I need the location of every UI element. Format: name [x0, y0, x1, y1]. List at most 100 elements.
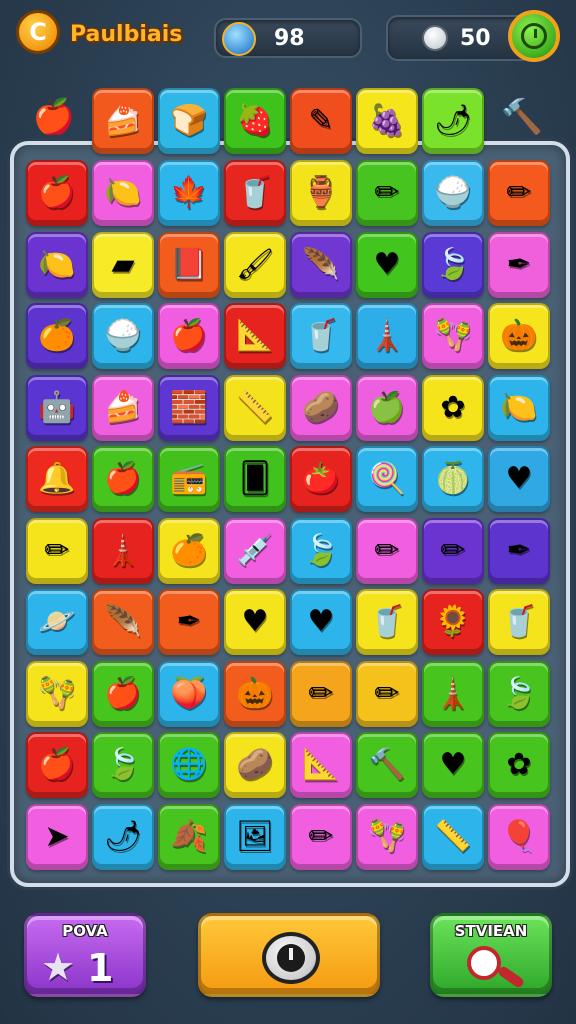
tile-tower-icon[interactable]: 🗼 — [356, 303, 418, 369]
tile-apple-icon[interactable]: 🍎 — [92, 446, 154, 512]
tile-heart-icon[interactable]: ♥ — [356, 232, 418, 298]
tile-eraser-icon[interactable]: ▰ — [92, 232, 154, 298]
tile-melon-icon[interactable]: 🍈 — [422, 446, 484, 512]
tile-pen-icon[interactable]: ✒ — [488, 518, 550, 584]
card-icon: 🂠 — [239, 461, 271, 496]
star-booster-button[interactable]: POVA ★ 1 — [24, 913, 146, 997]
tile-heart-icon[interactable]: ♥ — [290, 589, 352, 655]
tile-pencil-icon[interactable]: ✏ — [488, 160, 550, 226]
tile-pen-icon[interactable]: ✒ — [158, 589, 220, 655]
tile-chili-icon[interactable]: 🌶 — [422, 88, 484, 154]
tomato-icon: 🍅 — [302, 461, 340, 496]
tile-robot-icon[interactable]: 🤖 — [26, 375, 88, 441]
tile-feather-icon[interactable]: 🪶 — [290, 232, 352, 298]
tile-planet-icon[interactable]: 🪐 — [26, 589, 88, 655]
tile-brush-icon[interactable]: 🖌 — [224, 232, 286, 298]
tile-pencil-icon[interactable]: ✏ — [290, 804, 352, 870]
tile-bowl-icon[interactable]: 🍚 — [422, 160, 484, 226]
tile-tower-icon[interactable]: 🗼 — [422, 661, 484, 727]
tile-hammer-icon[interactable]: 🔨 — [356, 732, 418, 798]
tile-pumpkin-icon[interactable]: 🎃 — [224, 661, 286, 727]
search-hint-button[interactable]: STVIEAN — [430, 913, 552, 997]
tile-ruler-icon[interactable]: 📐 — [224, 303, 286, 369]
tile-jar-icon[interactable]: 🏺 — [290, 160, 352, 226]
tile-leaf-icon[interactable]: 🍃 — [488, 661, 550, 727]
tile-pencil-icon[interactable]: ✏ — [356, 160, 418, 226]
tile-leaf-icon[interactable]: 🍃 — [422, 232, 484, 298]
book-icon: 📕 — [170, 247, 208, 282]
tile-pencil-icon[interactable]: ✏ — [356, 661, 418, 727]
tile-rattle-icon[interactable]: 🪇 — [26, 661, 88, 727]
tile-bell-icon[interactable]: 🔔 — [26, 446, 88, 512]
tile-ruler-icon[interactable]: 📏 — [224, 375, 286, 441]
tile-leaf-icon[interactable]: 🍂 — [158, 804, 220, 870]
tile-rattle-icon[interactable]: 🪇 — [356, 804, 418, 870]
tile-heart-icon[interactable]: ♥ — [422, 732, 484, 798]
tile-apple-icon[interactable]: 🍎 — [26, 732, 88, 798]
tile-flower-icon[interactable]: 🌻 — [422, 589, 484, 655]
tile-pen-icon[interactable]: ✒ — [488, 232, 550, 298]
shuffle-button[interactable] — [198, 913, 380, 997]
tile-bread-icon[interactable]: 🍞 — [158, 88, 220, 154]
tile-leaf-icon[interactable]: 🍁 — [158, 160, 220, 226]
tile-plum-icon[interactable]: 🍑 — [158, 661, 220, 727]
hammer-icon[interactable]: 🔨 — [500, 92, 544, 142]
flower-icon: ✿ — [440, 390, 466, 425]
tile-berry-icon[interactable]: 🍓 — [224, 88, 286, 154]
tile-radio-icon[interactable]: 📻 — [158, 446, 220, 512]
tile-orange-icon[interactable]: 🍊 — [26, 303, 88, 369]
tile-pencil-icon[interactable]: ✏ — [356, 518, 418, 584]
tile-potato-icon[interactable]: 🥔 — [224, 732, 286, 798]
tile-flower-icon[interactable]: ✿ — [422, 375, 484, 441]
tile-lemon-icon[interactable]: 🍋 — [26, 232, 88, 298]
tower-icon: 🗼 — [434, 676, 472, 711]
tile-bowl-icon[interactable]: 🍚 — [92, 303, 154, 369]
tile-lemon-icon[interactable]: 🍋 — [92, 160, 154, 226]
tile-cake-icon[interactable]: 🍰 — [92, 375, 154, 441]
tile-tomato-icon[interactable]: 🍅 — [290, 446, 352, 512]
timer-button[interactable] — [508, 10, 560, 62]
tile-syringe-icon[interactable]: 💉 — [224, 518, 286, 584]
tile-apple-icon[interactable]: 🍏 — [356, 375, 418, 441]
tile-cup-icon[interactable]: 🥤 — [224, 160, 286, 226]
tile-heart-icon[interactable]: ♥ — [224, 589, 286, 655]
pumpkin-icon: 🎃 — [500, 318, 538, 353]
tile-pumpkin-icon[interactable]: 🎃 — [488, 303, 550, 369]
tile-feather-icon[interactable]: 🪶 — [92, 589, 154, 655]
tile-leaf-icon[interactable]: 🍃 — [290, 518, 352, 584]
tile-card-icon[interactable]: 🂠 — [224, 446, 286, 512]
tile-pencil-icon[interactable]: ✏ — [422, 518, 484, 584]
tile-heart-icon[interactable]: ♥ — [488, 446, 550, 512]
hints-counter: 98 — [214, 18, 362, 58]
tile-orange-icon[interactable]: 🍊 — [158, 518, 220, 584]
tile-pencil-icon[interactable]: ✏ — [290, 661, 352, 727]
tile-chili-icon[interactable]: 🌶 — [92, 804, 154, 870]
tile-flower-icon[interactable]: ✿ — [488, 732, 550, 798]
tile-book-icon[interactable]: 📕 — [158, 232, 220, 298]
tile-pencil-icon[interactable]: ✏ — [26, 518, 88, 584]
tile-apple-icon[interactable]: 🍎 — [158, 303, 220, 369]
tile-ruler-icon[interactable]: 📏 — [422, 804, 484, 870]
tile-cup-icon[interactable]: 🥤 — [488, 589, 550, 655]
tile-candy-icon[interactable]: 🍭 — [356, 446, 418, 512]
tile-apple-icon[interactable]: 🍎 — [92, 661, 154, 727]
tile-cursor-icon[interactable]: ➤ — [26, 804, 88, 870]
tile-balloon-icon[interactable]: 🎈 — [488, 804, 550, 870]
tile-rattle-icon[interactable]: 🪇 — [422, 303, 484, 369]
tile-leaf-icon[interactable]: 🍃 — [92, 732, 154, 798]
apple-icon[interactable]: 🍎 — [32, 92, 76, 142]
tile-globe-icon[interactable]: 🌐 — [158, 732, 220, 798]
tile-potato-icon[interactable]: 🥔 — [290, 375, 352, 441]
tile-block-icon[interactable]: 🧱 — [158, 375, 220, 441]
tile-cup-icon[interactable]: 🥤 — [356, 589, 418, 655]
tile-ruler-icon[interactable]: 📐 — [290, 732, 352, 798]
tile-frame-icon[interactable]: 🖼 — [224, 804, 286, 870]
tile-cake-icon[interactable]: 🍰 — [92, 88, 154, 154]
tile-apple-icon[interactable]: 🍎 — [26, 160, 88, 226]
tile-tower-icon[interactable]: 🗼 — [92, 518, 154, 584]
tile-lemon-icon[interactable]: 🍋 — [488, 375, 550, 441]
tile-grape-icon[interactable]: 🍇 — [356, 88, 418, 154]
top-bar: C Paulbiais 98 50 — [0, 0, 576, 80]
tile-pencil-icon[interactable]: ✎ — [290, 88, 352, 154]
tile-cup-icon[interactable]: 🥤 — [290, 303, 352, 369]
